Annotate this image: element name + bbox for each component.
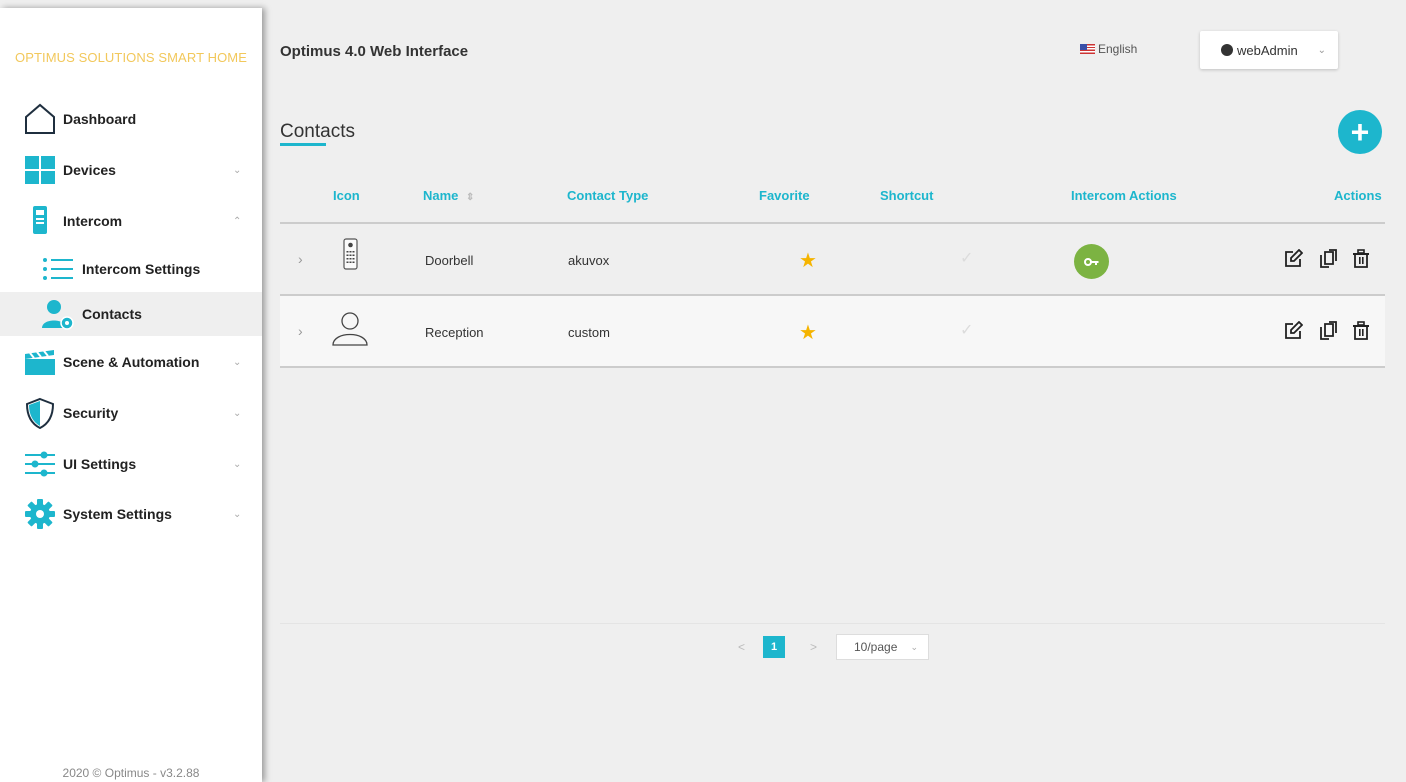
sidebar: OPTIMUS SOLUTIONS SMART HOME Dashboard D… [0, 8, 262, 782]
prev-page-icon[interactable]: < [738, 640, 745, 654]
edit-icon[interactable] [1283, 321, 1303, 341]
shortcut-check-icon[interactable]: ✓ [960, 320, 973, 340]
column-header-shortcut: Shortcut [880, 188, 934, 203]
page-title: Contacts [280, 121, 355, 142]
table-row[interactable]: › Doorbell akuvox ★ ✓ [280, 224, 1385, 296]
brand-logo-text: OPTIMUS SOLUTIONS SMART HOME [14, 50, 247, 65]
shortcut-check-icon[interactable]: ✓ [960, 248, 973, 268]
table-row[interactable]: › Reception custom ★ ✓ [280, 296, 1385, 368]
column-header-name[interactable]: Name ⇕ [423, 188, 474, 203]
grid-icon [24, 154, 56, 186]
page-size-value: 10/page [854, 640, 898, 654]
favorite-star-icon[interactable]: ★ [799, 320, 817, 345]
chevron-down-icon: ⌄ [233, 164, 242, 176]
column-header-favorite: Favorite [759, 188, 810, 203]
column-header-icon: Icon [333, 188, 360, 203]
sidebar-footer: 2020 © Optimus - v3.2.88 [62, 766, 200, 780]
sidebar-item-ui-settings[interactable]: UI Settings ⌄ [0, 442, 262, 486]
doorbell-panel-icon [332, 236, 368, 276]
contact-type: akuvox [568, 253, 610, 268]
sidebar-item-intercom-settings[interactable]: Intercom Settings [0, 247, 262, 291]
contact-name: Doorbell [425, 253, 474, 268]
home-icon [24, 103, 56, 135]
user-name: webAdmin [1237, 42, 1298, 58]
next-page-icon[interactable]: > [810, 640, 817, 654]
shield-icon [24, 397, 56, 429]
list-icon [42, 253, 74, 285]
unlock-key-button[interactable] [1074, 244, 1109, 279]
copy-icon[interactable] [1319, 249, 1339, 269]
gear-icon [24, 498, 56, 530]
key-icon [1083, 257, 1098, 266]
chevron-down-icon: ⌄ [233, 508, 242, 520]
chevron-down-icon: ⌄ [233, 356, 242, 368]
sidebar-item-devices[interactable]: Devices ⌄ [0, 148, 262, 192]
sidebar-item-label: Intercom Settings [82, 261, 201, 277]
sidebar-item-contacts[interactable]: Contacts [0, 292, 262, 336]
expand-row-icon[interactable]: › [298, 323, 303, 339]
intercom-icon [24, 205, 56, 237]
column-header-intercom-actions: Intercom Actions [1071, 188, 1177, 203]
chevron-down-icon: ⌄ [1317, 44, 1326, 56]
sidebar-item-label: Security [63, 405, 119, 421]
chevron-down-icon: ⌄ [910, 641, 918, 652]
contacts-table: Icon Name ⇕ Contact Type Favorite Shortc… [280, 178, 1385, 368]
user-menu-dropdown[interactable]: webAdmin ⌄ [1200, 31, 1338, 69]
sort-icon[interactable]: ⇕ [466, 192, 474, 203]
favorite-star-icon[interactable]: ★ [799, 248, 817, 273]
add-contact-button[interactable]: + [1338, 110, 1382, 154]
language-selector[interactable]: English [1080, 42, 1137, 56]
sidebar-item-label: Intercom [63, 213, 123, 229]
sidebar-item-label: Contacts [82, 306, 142, 322]
clapperboard-icon [24, 346, 56, 378]
sidebar-item-label: System Settings [63, 506, 172, 522]
sidebar-item-security[interactable]: Security ⌄ [0, 391, 262, 435]
table-header: Icon Name ⇕ Contact Type Favorite Shortc… [280, 178, 1385, 224]
chevron-up-icon: ⌃ [233, 215, 242, 227]
chevron-down-icon: ⌄ [233, 407, 242, 419]
sidebar-item-label: Dashboard [63, 111, 137, 127]
sliders-icon [24, 448, 56, 480]
page-size-select[interactable]: 10/page ⌄ [836, 634, 929, 660]
us-flag-icon [1080, 44, 1095, 54]
sidebar-item-system-settings[interactable]: System Settings ⌄ [0, 492, 262, 536]
pagination-divider [280, 623, 1385, 624]
contact-user-icon [42, 298, 74, 330]
chevron-down-icon: ⌄ [233, 458, 242, 470]
column-header-contact-type: Contact Type [567, 188, 649, 203]
sidebar-item-label: Scene & Automation [63, 354, 200, 370]
contact-type: custom [568, 325, 610, 340]
delete-icon[interactable] [1351, 321, 1371, 341]
language-label: English [1098, 42, 1138, 56]
sidebar-item-dashboard[interactable]: Dashboard [0, 97, 262, 141]
column-header-actions: Actions [1334, 188, 1382, 203]
user-circle-icon [1221, 44, 1233, 56]
sidebar-item-label: UI Settings [63, 456, 137, 472]
edit-icon[interactable] [1283, 249, 1303, 269]
title-underline [280, 143, 326, 146]
sidebar-item-label: Devices [63, 162, 116, 178]
sidebar-item-intercom[interactable]: Intercom ⌃ [0, 199, 262, 243]
person-outline-icon [332, 308, 368, 348]
page-number-button[interactable]: 1 [763, 636, 785, 658]
app-title: Optimus 4.0 Web Interface [280, 43, 469, 60]
sidebar-item-scene-automation[interactable]: Scene & Automation ⌄ [0, 340, 262, 384]
copy-icon[interactable] [1319, 321, 1339, 341]
delete-icon[interactable] [1351, 249, 1371, 269]
contact-name: Reception [425, 325, 484, 340]
main-content: Optimus 4.0 Web Interface English webAdm… [262, 0, 1406, 782]
expand-row-icon[interactable]: › [298, 251, 303, 267]
